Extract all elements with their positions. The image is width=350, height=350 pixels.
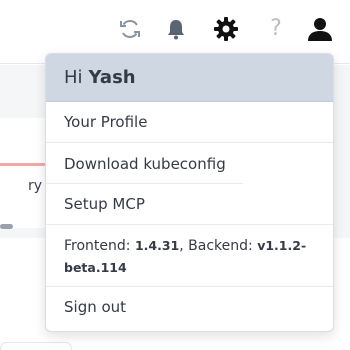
app-stage: ry ? Hi Yash Your Profile Download kubec… [0, 0, 350, 350]
menu-item-sign-out[interactable]: Sign out [46, 287, 333, 327]
menu-header: Hi Yash [46, 54, 333, 102]
bell-icon [168, 20, 184, 40]
backend-label: Backend: [188, 238, 253, 254]
version-separator: , [179, 238, 184, 254]
user-name: Yash [88, 67, 136, 88]
background-bottom-card [0, 342, 72, 350]
settings-button[interactable] [211, 14, 241, 44]
gear-icon [214, 17, 238, 41]
refresh-icon [120, 20, 140, 38]
menu-item-setup-mcp[interactable]: Setup MCP [46, 184, 333, 225]
user-dropdown-menu: Hi Yash Your Profile Download kubeconfig… [45, 53, 334, 332]
frontend-label: Frontend: [64, 238, 131, 254]
help-icon: ? [270, 16, 282, 41]
background-progress-line [0, 163, 48, 166]
notifications-button[interactable] [161, 14, 191, 44]
user-icon [308, 18, 332, 41]
user-menu-button[interactable] [305, 14, 335, 44]
background-bar [0, 224, 13, 229]
menu-item-download-kubeconfig[interactable]: Download kubeconfig [46, 143, 333, 184]
frontend-version: 1.4.31 [134, 238, 180, 253]
greeting-text: Hi [64, 67, 83, 88]
background-partial-text: ry [27, 178, 42, 194]
version-info: Frontend: 1.4.31, Backend: v1.1.2-beta.1… [46, 225, 333, 287]
help-button[interactable]: ? [261, 14, 291, 44]
menu-item-your-profile[interactable]: Your Profile [46, 102, 333, 143]
background-card [0, 118, 48, 228]
refresh-button[interactable] [115, 14, 145, 44]
